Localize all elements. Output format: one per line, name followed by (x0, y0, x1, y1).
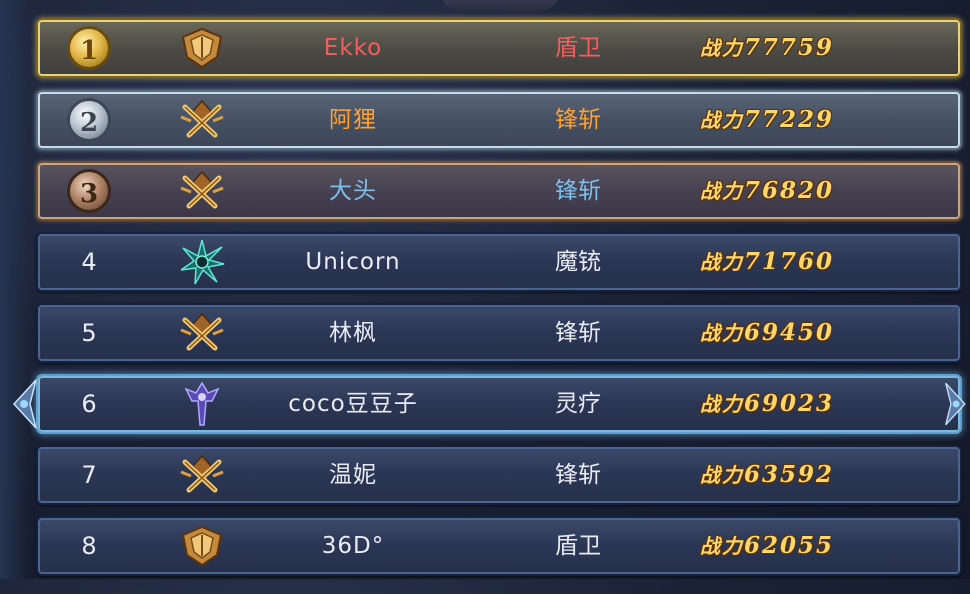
shield-icon (177, 521, 227, 571)
class-cell (174, 447, 230, 503)
rank-number: 4 (81, 248, 97, 276)
silver-medal-icon: 2 (67, 98, 111, 142)
combat-power-prefix: 战力 (700, 534, 744, 558)
class-cell (174, 20, 230, 76)
bronze-medal-icon: 3 (67, 169, 111, 213)
rank-cell: 4 (60, 234, 118, 290)
shield-icon (177, 23, 227, 73)
class-cell (174, 234, 230, 290)
crossed-swords-icon (177, 95, 227, 145)
crossed-swords-icon (177, 308, 227, 358)
gold-medal-icon: 1 (67, 26, 111, 70)
player-name: 大头 (329, 178, 377, 204)
player-class: 灵疗 (555, 391, 601, 417)
leaderboard-row[interactable]: 8 36D° 盾卫 战力62055 (36, 516, 962, 576)
class-cell (174, 518, 230, 574)
combat-power-prefix: 战力 (700, 321, 744, 345)
combat-power-prefix: 战力 (700, 392, 744, 416)
player-class: 锋斩 (555, 107, 601, 133)
player-class: 锋斩 (555, 178, 601, 204)
combat-power: 战力77229 (700, 92, 840, 148)
leaderboard-row[interactable]: 7 温妮 锋斩 战力63592 (36, 445, 962, 505)
player-class: 锋斩 (555, 320, 601, 346)
rank-number: 6 (81, 390, 97, 418)
player-name: 阿狸 (329, 107, 377, 133)
combat-power-value: 69450 (744, 319, 835, 346)
star-burst-icon (177, 237, 227, 287)
combat-power-prefix: 战力 (700, 36, 744, 60)
combat-power-prefix: 战力 (700, 250, 744, 274)
leaderboard-list: 1 Ekko 盾卫 战力77759 2 阿狸 锋斩 战力77229 3 大头 锋… (0, 0, 970, 579)
player-name: 林枫 (329, 320, 377, 346)
player-class: 盾卫 (555, 533, 601, 559)
rank-cell: 2 (60, 92, 118, 148)
crossed-swords-icon (177, 166, 227, 216)
combat-power-prefix: 战力 (700, 108, 744, 132)
combat-power: 战力77759 (700, 20, 840, 76)
combat-power-value: 77229 (744, 106, 835, 133)
selection-arrow-left-icon (8, 376, 38, 432)
leaderboard-row[interactable]: 3 大头 锋斩 战力76820 (36, 161, 962, 221)
player-name: Unicorn (305, 249, 401, 275)
player-name: 温妮 (329, 462, 377, 488)
combat-power-prefix: 战力 (700, 463, 744, 487)
combat-power-value: 62055 (744, 532, 835, 559)
rank-cell: 8 (60, 518, 118, 574)
combat-power: 战力63592 (700, 447, 840, 503)
class-cell (174, 376, 230, 432)
class-cell (174, 92, 230, 148)
selection-arrow-right-icon (944, 376, 970, 432)
rank-number: 7 (81, 461, 97, 489)
rank-cell: 3 (60, 163, 118, 219)
combat-power: 战力76820 (700, 163, 840, 219)
rank-cell: 1 (60, 20, 118, 76)
player-class: 魔铳 (555, 249, 601, 275)
player-class: 盾卫 (555, 35, 601, 61)
combat-power: 战力71760 (700, 234, 840, 290)
rank-cell: 5 (60, 305, 118, 361)
rank-number: 5 (81, 319, 97, 347)
leaderboard-row[interactable]: 5 林枫 锋斩 战力69450 (36, 303, 962, 363)
staff-icon (177, 379, 227, 429)
combat-power-value: 69023 (744, 390, 835, 417)
combat-power: 战力62055 (700, 518, 840, 574)
player-name: coco豆豆子 (288, 391, 418, 417)
leaderboard-row[interactable]: 2 阿狸 锋斩 战力77229 (36, 90, 962, 150)
combat-power-value: 77759 (744, 34, 835, 61)
player-name: Ekko (323, 35, 383, 61)
combat-power: 战力69023 (700, 376, 840, 432)
combat-power-value: 76820 (744, 177, 835, 204)
rank-number: 8 (81, 532, 97, 560)
combat-power: 战力69450 (700, 305, 840, 361)
combat-power-prefix: 战力 (700, 179, 744, 203)
rank-cell: 6 (60, 376, 118, 432)
player-class: 锋斩 (555, 462, 601, 488)
rank-cell: 7 (60, 447, 118, 503)
leaderboard-row[interactable]: 1 Ekko 盾卫 战力77759 (36, 18, 962, 78)
leaderboard-row-selected[interactable]: 6 coco豆豆子 灵疗 战力69023 (36, 374, 962, 434)
class-cell (174, 163, 230, 219)
class-cell (174, 305, 230, 361)
crossed-swords-icon (177, 450, 227, 500)
leaderboard-row[interactable]: 4 Unicorn 魔铳 战力71760 (36, 232, 962, 292)
player-name: 36D° (321, 533, 385, 559)
combat-power-value: 63592 (744, 461, 835, 488)
combat-power-value: 71760 (744, 248, 835, 275)
